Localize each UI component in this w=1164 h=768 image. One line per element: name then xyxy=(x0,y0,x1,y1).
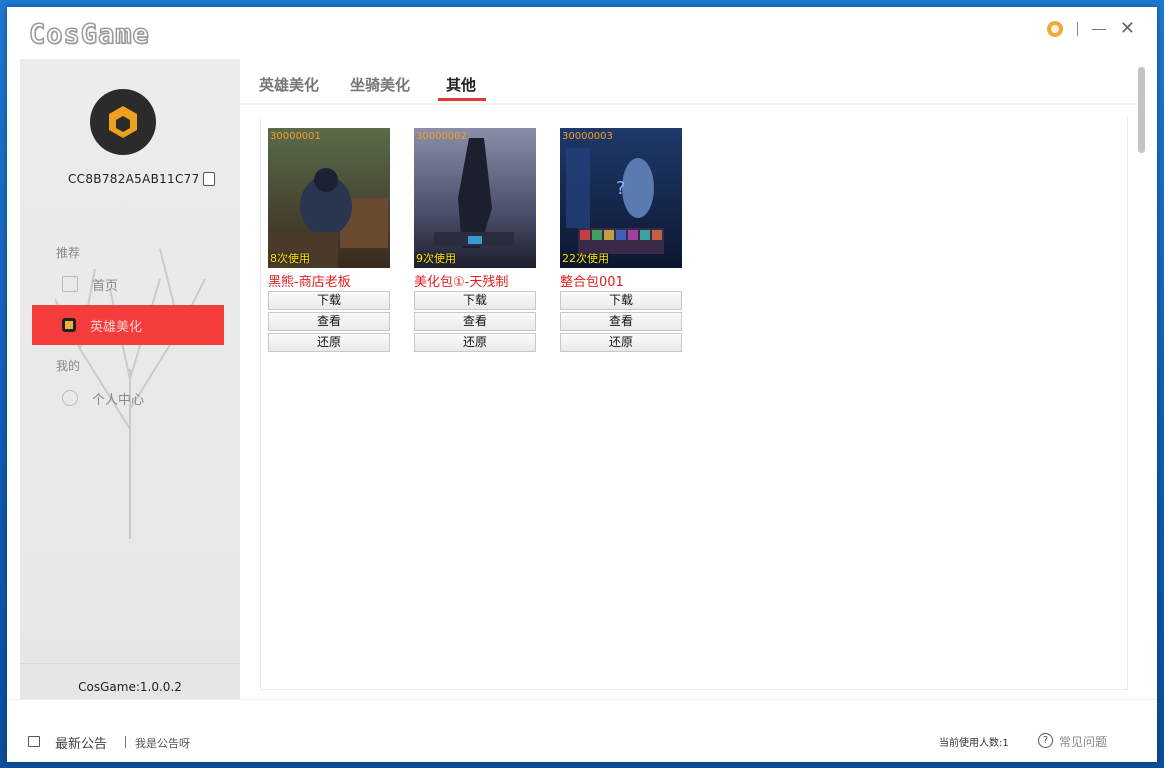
skin-card: 30000001 8次使用 黑熊-商店老板 下载 查看 还原 xyxy=(268,128,390,352)
sidebar: CC8B782A5AB11C77 推荐 首页 英雄美化 我的 个人中心 CosG… xyxy=(20,59,240,708)
sidebar-item-profile[interactable]: 个人中心 xyxy=(32,378,224,418)
active-tab-indicator xyxy=(438,98,486,101)
sidebar-item-label: 首页 xyxy=(92,278,119,294)
restore-button[interactable]: 还原 xyxy=(560,333,682,352)
section-label-recommend: 推荐 xyxy=(56,246,81,260)
online-count: 当前使用人数:1 xyxy=(939,738,1009,749)
thumbnail-image xyxy=(268,128,390,268)
avatar[interactable] xyxy=(90,89,156,155)
download-button[interactable]: 下载 xyxy=(268,291,390,310)
skin-thumbnail[interactable]: 30000001 8次使用 xyxy=(268,128,390,268)
skin-thumbnail[interactable]: 30000002 9次使用 xyxy=(414,128,536,268)
usage-count: 22次使用 xyxy=(562,252,609,265)
minimize-icon[interactable] xyxy=(1091,28,1106,30)
sidebar-item-label: 英雄美化 xyxy=(90,319,143,335)
restore-button[interactable]: 还原 xyxy=(414,333,536,352)
copy-icon[interactable] xyxy=(203,172,215,186)
divider xyxy=(1076,22,1078,36)
notice-title[interactable]: 最新公告 xyxy=(55,733,107,752)
thumbnail-image xyxy=(414,128,536,268)
usage-count: 9次使用 xyxy=(416,252,456,265)
view-button[interactable]: 查看 xyxy=(560,312,682,331)
help-link[interactable]: 常见问题 xyxy=(1059,733,1107,750)
notice-text: 我是公告呀 xyxy=(135,737,190,750)
tab-bar: 英雄美化 坐骑美化 其他 xyxy=(240,59,1137,105)
download-button[interactable]: 下载 xyxy=(414,291,536,310)
skin-thumbnail[interactable]: ? 30000003 22次使用 xyxy=(560,128,682,268)
status-bar: 最新公告 我是公告呀 当前使用人数:1 ? 常见问题 xyxy=(7,699,1157,762)
restore-button[interactable]: 还原 xyxy=(268,333,390,352)
view-button[interactable]: 查看 xyxy=(268,312,390,331)
app-window: CosGame ✕ CC8B782A5AB11C77 推荐 首页 英雄美化 我的… xyxy=(7,7,1157,762)
user-icon xyxy=(62,390,78,406)
divider xyxy=(20,663,240,664)
divider xyxy=(125,736,126,748)
help-icon[interactable]: ? xyxy=(1038,733,1053,748)
badge-icon[interactable] xyxy=(1046,21,1063,37)
title-bar: CosGame ✕ xyxy=(7,7,1157,58)
usage-count: 8次使用 xyxy=(270,252,310,265)
thumbnail-image: ? xyxy=(560,128,682,268)
cube-logo-icon xyxy=(109,106,137,138)
sidebar-item-home[interactable]: 首页 xyxy=(32,264,224,304)
tab-other[interactable]: 其他 xyxy=(446,74,476,95)
speaker-icon xyxy=(28,736,40,747)
user-id: CC8B782A5AB11C77 xyxy=(68,172,200,186)
skin-code: 30000001 xyxy=(270,131,321,142)
sidebar-item-hero-skins[interactable]: 英雄美化 xyxy=(32,305,224,345)
skin-code: 30000003 xyxy=(562,131,613,142)
skin-title: 整合包001 xyxy=(560,275,624,289)
skin-card: 30000002 9次使用 美化包①-天残制 下载 查看 还原 xyxy=(414,128,536,352)
skin-title: 黑熊-商店老板 xyxy=(268,275,351,289)
tab-mount-skins[interactable]: 坐骑美化 xyxy=(350,74,410,95)
section-label-mine: 我的 xyxy=(56,359,81,373)
window-controls: ✕ xyxy=(1046,20,1135,38)
download-button[interactable]: 下载 xyxy=(560,291,682,310)
content-panel: 30000001 8次使用 黑熊-商店老板 下载 查看 还原 30000002 … xyxy=(260,117,1128,690)
hero-icon xyxy=(62,318,76,332)
skin-card: ? 30000003 22次使用 整合包001 下载 查看 还原 xyxy=(560,128,682,352)
app-logo: CosGame xyxy=(28,18,150,51)
sidebar-item-label: 个人中心 xyxy=(92,392,145,408)
version-label: CosGame:1.0.0.2 xyxy=(78,680,182,694)
skin-code: 30000002 xyxy=(416,131,467,142)
scrollbar[interactable] xyxy=(1138,67,1145,153)
tab-hero-skins[interactable]: 英雄美化 xyxy=(259,74,319,95)
svg-text:?: ? xyxy=(616,178,626,199)
close-icon[interactable]: ✕ xyxy=(1120,20,1135,38)
home-icon xyxy=(62,276,78,292)
skin-title: 美化包①-天残制 xyxy=(414,275,509,289)
view-button[interactable]: 查看 xyxy=(414,312,536,331)
